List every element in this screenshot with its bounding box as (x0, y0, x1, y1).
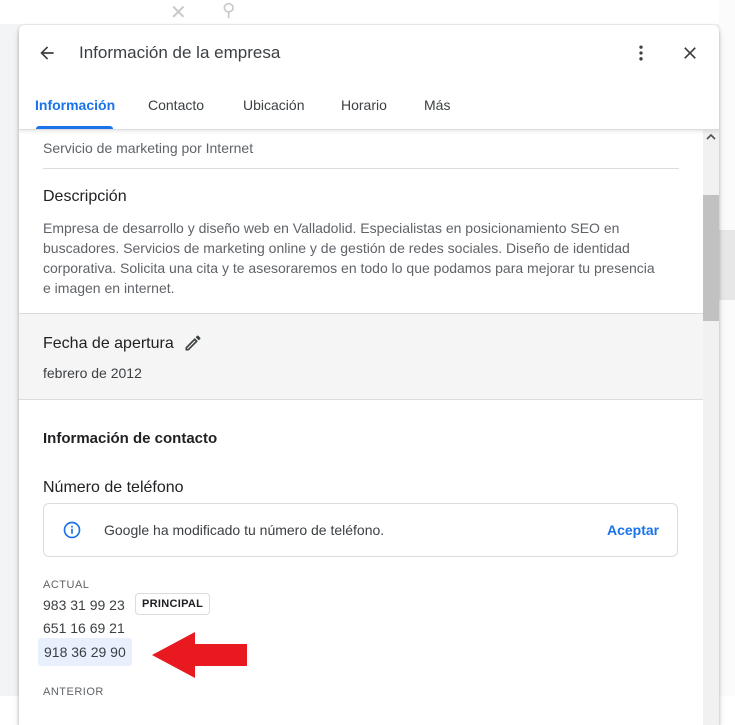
arrow-left-icon (40, 46, 54, 60)
pencil-icon[interactable] (183, 333, 203, 353)
phone-number-highlighted: 918 36 29 90 (38, 638, 132, 666)
close-button[interactable] (676, 39, 704, 67)
active-tab-indicator (36, 126, 113, 129)
background-search-icon: ⚲ (222, 0, 236, 20)
current-label: ACTUAL (43, 579, 90, 591)
dialog-content: Servicio de marketing por Internet Descr… (19, 130, 703, 725)
more-options-button[interactable] (627, 39, 655, 67)
business-category: Servicio de marketing por Internet (43, 140, 254, 156)
dialog-title: Información de la empresa (79, 43, 281, 62)
phone-number-primary: 983 31 99 23 (43, 597, 125, 613)
phone-title: Número de teléfono (43, 479, 184, 496)
notice-text: Google ha modificado tu número de teléfo… (104, 522, 385, 538)
more-vert-icon (639, 45, 643, 61)
phone-change-notice: Google ha modificado tu número de teléfo… (43, 503, 678, 557)
accept-button[interactable]: Aceptar (607, 522, 659, 538)
description-title: Descripción (43, 188, 127, 205)
background-toolbar: ✕ ⚲ (0, 0, 735, 24)
info-icon (63, 521, 81, 539)
back-button[interactable] (33, 39, 61, 67)
primary-badge: PRINCIPAL (135, 593, 211, 615)
tab-bar: Información Contacto Ubicación Horario M… (19, 89, 719, 129)
description-text: Empresa de desarrollo y diseño web en Va… (43, 220, 655, 296)
tab-mas[interactable]: Más (424, 97, 450, 123)
tab-contacto[interactable]: Contacto (148, 97, 204, 123)
tab-horario[interactable]: Horario (341, 97, 387, 123)
dialog-header: Información de la empresa Información Co… (19, 25, 719, 130)
tab-informacion[interactable]: Información (35, 97, 115, 123)
opening-date-section[interactable]: Fecha de apertura febrero de 2012 (19, 313, 703, 400)
business-info-dialog: Información de la empresa Información Co… (19, 25, 719, 725)
phone-number-secondary: 651 16 69 21 (43, 620, 125, 636)
opening-date-title: Fecha de apertura (43, 335, 174, 352)
scroll-up-arrow-icon[interactable] (706, 132, 716, 142)
contact-section-title: Información de contacto (43, 430, 218, 447)
opening-date-value: febrero de 2012 (43, 365, 142, 381)
content-scrollbar[interactable] (703, 130, 719, 725)
divider (43, 168, 679, 169)
previous-label: ANTERIOR (43, 686, 104, 698)
tab-ubicacion[interactable]: Ubicación (243, 97, 304, 123)
background-right-edge (719, 0, 735, 696)
red-arrow-annotation (152, 632, 247, 678)
close-icon (684, 47, 696, 59)
scrollbar-thumb[interactable] (703, 195, 719, 321)
background-close-icon: ✕ (170, 2, 187, 24)
